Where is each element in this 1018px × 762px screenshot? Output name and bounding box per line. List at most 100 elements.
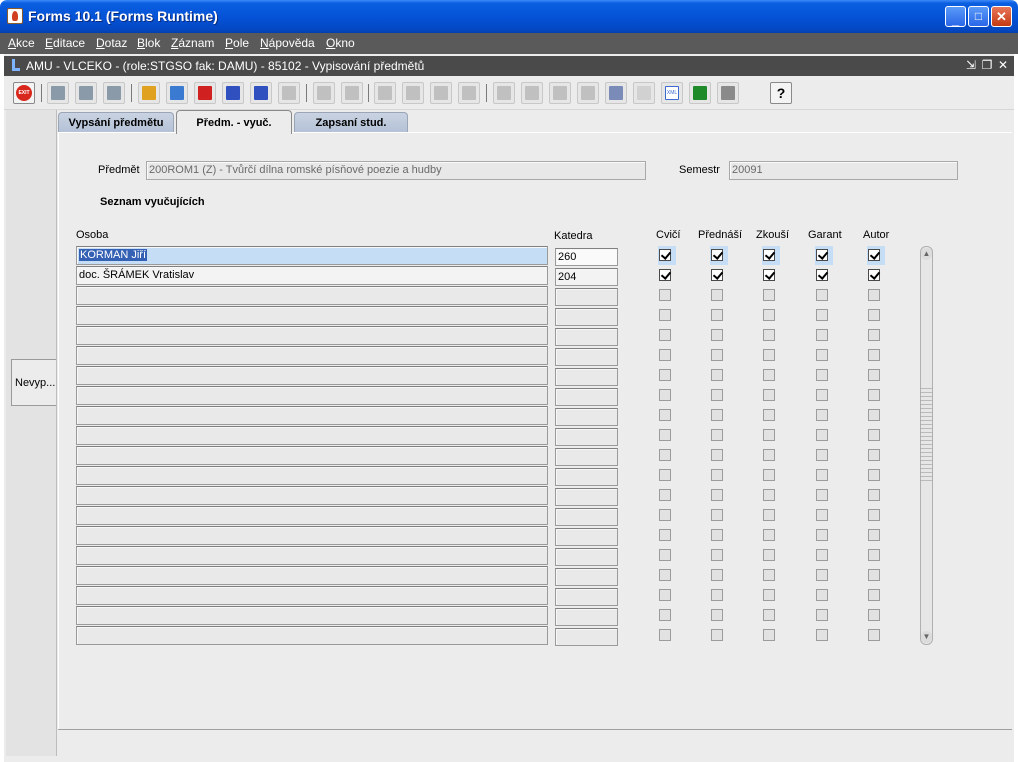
autor-checkbox[interactable] [868, 609, 880, 621]
delete-record-button[interactable] [430, 82, 452, 104]
prednasi-checkbox[interactable] [711, 369, 723, 381]
zkousi-checkbox[interactable] [763, 389, 775, 401]
person-field[interactable] [76, 506, 548, 525]
chart-button[interactable] [605, 82, 627, 104]
department-field[interactable] [555, 628, 618, 646]
person-field[interactable] [76, 626, 548, 645]
zkousi-checkbox[interactable] [763, 629, 775, 641]
autor-checkbox[interactable] [868, 469, 880, 481]
person-field[interactable] [76, 306, 548, 325]
menu-item[interactable]: Pole [225, 36, 249, 50]
cvici-checkbox[interactable] [659, 549, 671, 561]
scrollbar-grip[interactable] [920, 388, 933, 484]
cvici-checkbox[interactable] [659, 409, 671, 421]
autor-checkbox[interactable] [868, 369, 880, 381]
garant-checkbox[interactable] [816, 509, 828, 521]
prednasi-checkbox[interactable] [711, 309, 723, 321]
garant-checkbox[interactable] [816, 249, 828, 261]
garant-checkbox[interactable] [816, 349, 828, 361]
garant-checkbox[interactable] [816, 289, 828, 301]
garant-checkbox[interactable] [816, 449, 828, 461]
person-field[interactable] [76, 546, 548, 565]
minimize-button[interactable]: _ [945, 6, 966, 27]
sort-desc-button[interactable] [250, 82, 272, 104]
garant-checkbox[interactable] [816, 569, 828, 581]
clear-button[interactable] [103, 82, 125, 104]
zkousi-checkbox[interactable] [763, 549, 775, 561]
window-titlebar[interactable]: Forms 10.1 (Forms Runtime) _ □ ✕ [0, 0, 1018, 33]
person-field[interactable]: KORMAN Jiří [76, 246, 548, 265]
paste-button[interactable] [341, 82, 363, 104]
garant-checkbox[interactable] [816, 369, 828, 381]
person-field[interactable]: doc. ŠRÁMEK Vratislav [76, 266, 548, 285]
person-field[interactable] [76, 486, 548, 505]
department-field[interactable] [555, 308, 618, 326]
prednasi-checkbox[interactable] [711, 569, 723, 581]
department-field[interactable] [555, 328, 618, 346]
menu-item[interactable]: Dotaz [96, 36, 127, 50]
zkousi-checkbox[interactable] [763, 249, 775, 261]
zkousi-checkbox[interactable] [763, 309, 775, 321]
autor-checkbox[interactable] [868, 249, 880, 261]
garant-checkbox[interactable] [816, 309, 828, 321]
scroll-up-icon[interactable]: ▲ [921, 248, 932, 260]
autor-checkbox[interactable] [868, 389, 880, 401]
garant-checkbox[interactable] [816, 269, 828, 281]
menu-item[interactable]: Nápověda [260, 36, 315, 50]
save-button[interactable] [47, 82, 69, 104]
department-field[interactable] [555, 348, 618, 366]
department-field[interactable] [555, 408, 618, 426]
sort-asc-button[interactable] [222, 82, 244, 104]
zkousi-checkbox[interactable] [763, 449, 775, 461]
zkousi-checkbox[interactable] [763, 469, 775, 481]
cvici-checkbox[interactable] [659, 589, 671, 601]
cvici-checkbox[interactable] [659, 489, 671, 501]
autor-checkbox[interactable] [868, 509, 880, 521]
layout-button[interactable] [717, 82, 739, 104]
person-field[interactable] [76, 406, 548, 425]
tab-zapsani-stud[interactable]: Zapsaní stud. [294, 112, 408, 132]
prednasi-checkbox[interactable] [711, 469, 723, 481]
department-field[interactable] [555, 448, 618, 466]
person-field[interactable] [76, 586, 548, 605]
zkousi-checkbox[interactable] [763, 509, 775, 521]
autor-checkbox[interactable] [868, 489, 880, 501]
garant-checkbox[interactable] [816, 549, 828, 561]
cvici-checkbox[interactable] [659, 269, 671, 281]
menu-item[interactable]: Okno [326, 36, 355, 50]
department-field[interactable]: 204 [555, 268, 618, 286]
prednasi-checkbox[interactable] [711, 429, 723, 441]
refresh-button[interactable] [577, 82, 599, 104]
tab-vypsani-predmetu[interactable]: Vypsání předmětu [58, 112, 174, 132]
excel-export-button[interactable] [689, 82, 711, 104]
department-field[interactable] [555, 288, 618, 306]
zkousi-checkbox[interactable] [763, 609, 775, 621]
cvici-checkbox[interactable] [659, 389, 671, 401]
autor-checkbox[interactable] [868, 409, 880, 421]
zkousi-checkbox[interactable] [763, 369, 775, 381]
zkousi-checkbox[interactable] [763, 429, 775, 441]
prednasi-checkbox[interactable] [711, 269, 723, 281]
person-field[interactable] [76, 366, 548, 385]
cvici-checkbox[interactable] [659, 349, 671, 361]
garant-checkbox[interactable] [816, 429, 828, 441]
department-field[interactable]: 260 [555, 248, 618, 266]
tab-predm-vyuc[interactable]: Předm. - vyuč. [176, 110, 292, 134]
cvici-checkbox[interactable] [659, 309, 671, 321]
autor-checkbox[interactable] [868, 549, 880, 561]
person-field[interactable] [76, 446, 548, 465]
form-minimize-icon[interactable]: ⇲ [964, 58, 978, 73]
zkousi-checkbox[interactable] [763, 289, 775, 301]
garant-checkbox[interactable] [816, 629, 828, 641]
department-field[interactable] [555, 528, 618, 546]
department-field[interactable] [555, 608, 618, 626]
person-field[interactable] [76, 466, 548, 485]
insert-record-button[interactable] [402, 82, 424, 104]
close-button[interactable]: ✕ [991, 6, 1012, 27]
zkousi-checkbox[interactable] [763, 329, 775, 341]
department-field[interactable] [555, 508, 618, 526]
autor-checkbox[interactable] [868, 309, 880, 321]
garant-checkbox[interactable] [816, 609, 828, 621]
prednasi-checkbox[interactable] [711, 529, 723, 541]
garant-checkbox[interactable] [816, 529, 828, 541]
